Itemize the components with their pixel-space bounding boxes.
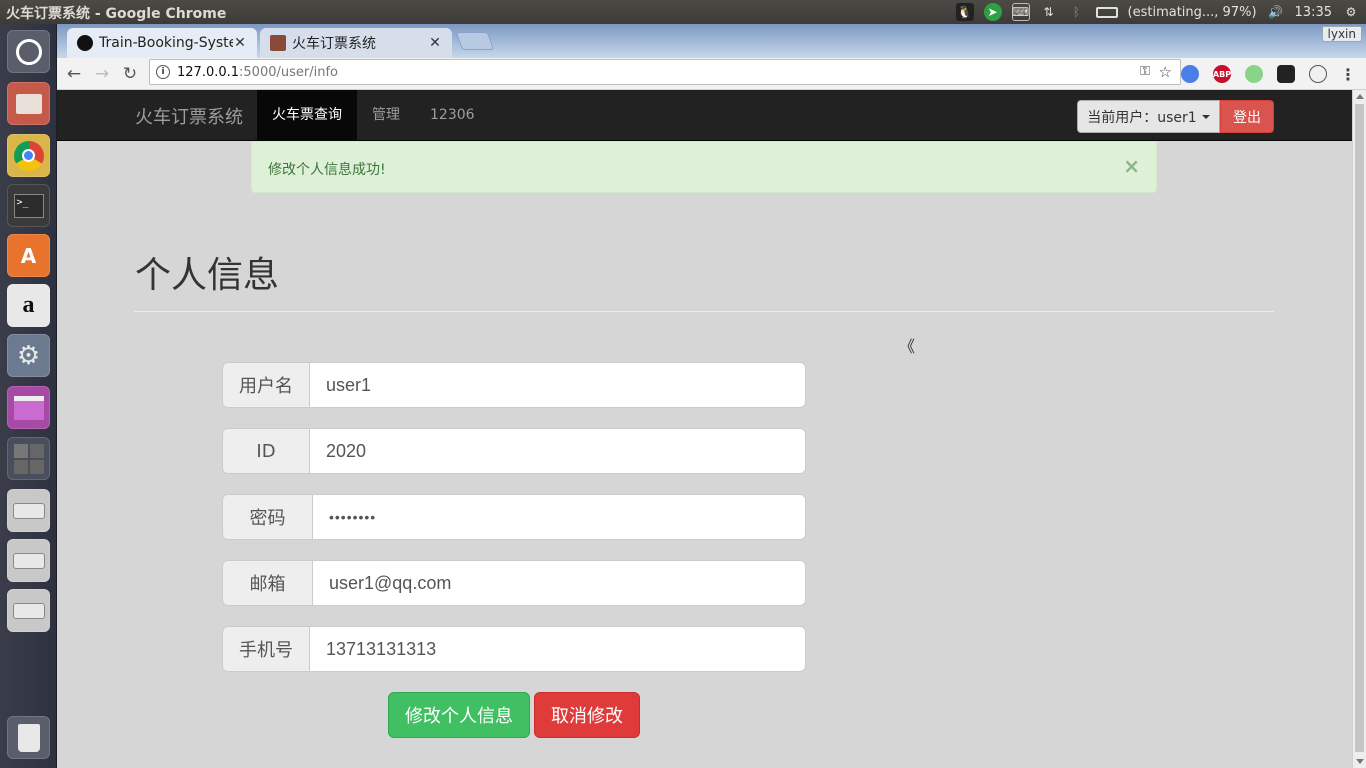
system-settings-icon[interactable]: ⚙ — [7, 334, 50, 377]
address-bar[interactable]: i 127.0.0.1:5000/user/info ⚿ ☆ — [149, 59, 1181, 85]
chrome-icon[interactable] — [7, 134, 50, 177]
ubuntu-top-panel: 火车订票系统 - Google Chrome 🐧 ➤ ⌨ ⇅ ᛒ (estima… — [0, 0, 1366, 24]
phone-field: 手机号 13713131313 — [222, 626, 806, 672]
collapse-toggle-icon[interactable]: 《 — [899, 333, 915, 357]
drive-icon[interactable] — [7, 489, 50, 532]
vertical-scrollbar[interactable] — [1352, 90, 1366, 768]
page-title: 个人信息 — [135, 255, 280, 296]
drive-icon[interactable] — [7, 589, 50, 632]
nav-link-admin[interactable]: 管理 — [357, 90, 415, 140]
shield-icon[interactable] — [1181, 65, 1199, 83]
tab-train-booking[interactable]: 火车订票系统 ✕ — [260, 28, 452, 58]
page-viewport: 火车订票系统 火车票查询 管理 12306 当前用户：user1 登出 修改个人… — [57, 90, 1352, 768]
files-icon[interactable] — [7, 82, 50, 125]
window-title: 火车订票系统 - Google Chrome — [6, 6, 227, 22]
profile-button[interactable]: lyxin — [1321, 26, 1362, 42]
password-label: 密码 — [222, 494, 312, 540]
back-arrow-icon[interactable]: ← — [63, 63, 85, 85]
clock[interactable]: 13:35 — [1295, 5, 1332, 20]
id-label: ID — [222, 428, 309, 474]
favicon-icon — [270, 35, 286, 51]
bluetooth-icon[interactable]: ᛒ — [1068, 3, 1086, 21]
id-input[interactable]: 2020 — [309, 428, 806, 474]
password-input[interactable]: •••••••• — [312, 494, 806, 540]
current-user-dropdown[interactable]: 当前用户：user1 — [1077, 100, 1220, 133]
nav-link-12306[interactable]: 12306 — [415, 90, 490, 140]
terminal-icon[interactable]: >_ — [7, 184, 50, 227]
scrollbar-thumb[interactable] — [1355, 104, 1364, 752]
keyboard-icon[interactable]: ⌨ — [1011, 3, 1030, 21]
logout-button[interactable]: 登出 — [1220, 100, 1274, 133]
system-tray: 🐧 ➤ ⌨ ⇅ ᛒ (estimating..., 97%) 🔊 13:35 ⚙ — [955, 0, 1360, 24]
cat-icon[interactable] — [1309, 65, 1327, 83]
abp-icon[interactable]: ABP — [1213, 65, 1231, 83]
trash-icon[interactable] — [7, 716, 50, 759]
email-label: 邮箱 — [222, 560, 312, 606]
drive-icon[interactable] — [7, 539, 50, 582]
network-icon[interactable]: ⇅ — [1040, 3, 1058, 21]
info-icon[interactable]: i — [156, 65, 170, 79]
bookmark-star-icon[interactable]: ☆ — [1159, 63, 1172, 81]
tab-label: Train-Booking-Syste — [99, 35, 233, 51]
close-icon[interactable]: ✕ — [233, 35, 247, 51]
url-path: :5000/user/info — [239, 65, 338, 80]
close-icon[interactable]: × — [1123, 156, 1140, 176]
close-icon[interactable]: ✕ — [428, 35, 442, 51]
scroll-up-icon[interactable] — [1356, 94, 1364, 99]
navbar-brand[interactable]: 火车订票系统 — [135, 103, 243, 129]
ubuntu-dash-icon[interactable] — [7, 30, 50, 73]
password-field: 密码 •••••••• — [222, 494, 806, 540]
scroll-down-icon[interactable] — [1356, 759, 1364, 764]
tab-label: 火车订票系统 — [292, 36, 376, 52]
chrome-tab-strip: Train-Booking-Syste ✕ 火车订票系统 ✕ lyxin — [57, 24, 1366, 58]
menu-icon[interactable]: ⋮ — [1339, 65, 1357, 84]
cancel-edit-button[interactable]: 取消修改 — [534, 692, 640, 738]
username-label: 用户名 — [222, 362, 309, 408]
battery-status[interactable]: (estimating..., 97%) — [1128, 5, 1257, 20]
site-navbar: 火车订票系统 火车票查询 管理 12306 当前用户：user1 登出 — [57, 90, 1352, 141]
username-input[interactable]: user1 — [309, 362, 806, 408]
current-user-label: 当前用户：user1 — [1087, 109, 1197, 126]
phone-label: 手机号 — [222, 626, 309, 672]
new-tab-button[interactable] — [455, 32, 495, 50]
settings-gear-icon[interactable]: ⚙ — [1342, 3, 1360, 21]
reload-icon[interactable]: ↻ — [119, 63, 141, 85]
id-field: ID 2020 — [222, 428, 806, 474]
github-icon — [77, 35, 93, 51]
email-input[interactable]: user1@qq.com — [312, 560, 806, 606]
workspace-switcher-icon[interactable] — [7, 437, 50, 480]
phone-input[interactable]: 13713131313 — [309, 626, 806, 672]
url-host: 127.0.0.1 — [177, 65, 240, 80]
volume-icon[interactable]: 🔊 — [1267, 3, 1285, 21]
nav-link-ticket-search[interactable]: 火车票查询 — [257, 90, 357, 140]
software-center-icon[interactable]: A — [7, 234, 50, 277]
mask-icon[interactable] — [1277, 65, 1295, 83]
success-alert: 修改个人信息成功! × — [251, 141, 1157, 193]
green-dot-icon[interactable] — [1245, 65, 1263, 83]
forward-arrow-icon[interactable]: → — [91, 63, 113, 85]
url-text[interactable]: 127.0.0.1:5000/user/info — [177, 65, 338, 80]
amazon-icon[interactable]: a — [7, 284, 50, 327]
save-profile-button[interactable]: 修改个人信息 — [388, 692, 530, 738]
chrome-toolbar: ← → ↻ i 127.0.0.1:5000/user/info ⚿ ☆ ABP… — [57, 58, 1366, 90]
caret-down-icon — [1201, 114, 1210, 119]
username-field: 用户名 user1 — [222, 362, 806, 408]
key-icon[interactable]: ⚿ — [1140, 64, 1150, 79]
tab-github[interactable]: Train-Booking-Syste ✕ — [67, 28, 257, 58]
app-window-icon[interactable] — [7, 386, 50, 429]
qq-icon[interactable]: 🐧 — [955, 3, 974, 21]
telegram-icon[interactable]: ➤ — [983, 3, 1002, 21]
divider — [134, 311, 1274, 312]
alert-message: 修改个人信息成功! — [268, 162, 386, 178]
battery-icon[interactable] — [1095, 6, 1118, 18]
email-field: 邮箱 user1@qq.com — [222, 560, 806, 606]
unity-launcher: >_ A a ⚙ — [0, 24, 57, 768]
